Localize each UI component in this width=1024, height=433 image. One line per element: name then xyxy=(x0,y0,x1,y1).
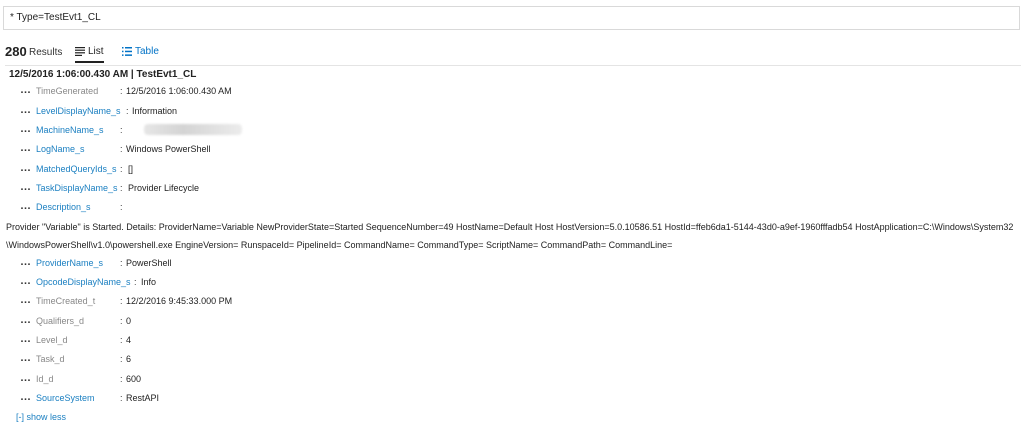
separator: : xyxy=(120,164,123,174)
more-options-icon[interactable]: … xyxy=(20,351,32,365)
more-options-icon[interactable]: … xyxy=(20,180,32,194)
redacted-value xyxy=(144,124,242,135)
separator: : xyxy=(120,202,123,212)
field-name-link[interactable]: MatchedQueryIds_s xyxy=(36,162,117,176)
list-icon xyxy=(75,47,85,56)
separator: : xyxy=(120,354,123,364)
field-value: 0 xyxy=(126,316,132,326)
show-less-link[interactable]: [-] show less xyxy=(16,412,66,422)
more-options-icon[interactable]: … xyxy=(20,371,32,385)
results-label: Results xyxy=(29,47,63,58)
field-name-link[interactable]: Description_s xyxy=(36,200,91,214)
field-name-link[interactable]: MachineName_s xyxy=(36,123,104,137)
results-count: 280 xyxy=(5,44,27,59)
separator: : xyxy=(120,335,123,345)
separator: : xyxy=(120,374,123,384)
separator: : xyxy=(120,393,123,403)
field-value: PowerShell xyxy=(126,258,172,268)
tab-table-label: Table xyxy=(135,46,159,57)
more-options-icon[interactable]: … xyxy=(20,83,32,97)
separator: : xyxy=(120,296,123,306)
separator: : xyxy=(120,144,123,154)
more-options-icon[interactable]: … xyxy=(20,255,32,269)
separator: : xyxy=(126,106,129,116)
field-name: Id_d xyxy=(36,374,54,384)
results-toolbar: 280 Results List Table xyxy=(5,44,1021,66)
field-value: Provider Lifecycle xyxy=(128,183,200,193)
separator: : xyxy=(120,125,123,135)
tab-list[interactable]: List xyxy=(75,46,104,63)
more-options-icon[interactable]: … xyxy=(20,122,32,136)
more-options-icon[interactable]: … xyxy=(20,274,32,288)
description-text-line-1: Provider "Variable" is Started. Details:… xyxy=(6,222,1014,232)
more-options-icon[interactable]: … xyxy=(20,103,32,117)
field-name: TimeGenerated xyxy=(36,86,99,96)
field-value: 12/5/2016 1:06:00.430 AM xyxy=(126,86,232,96)
more-options-icon[interactable]: … xyxy=(20,293,32,307)
field-name-link[interactable]: LevelDisplayName_s xyxy=(36,104,121,118)
separator: : xyxy=(120,183,123,193)
field-name-link[interactable]: TaskDisplayName_s xyxy=(36,181,118,195)
separator: : xyxy=(120,316,123,326)
separator: : xyxy=(120,86,123,96)
more-options-icon[interactable]: … xyxy=(20,313,32,327)
field-value: Information xyxy=(132,106,178,116)
divider xyxy=(5,65,1021,66)
field-name-link[interactable]: LogName_s xyxy=(36,142,85,156)
more-options-icon[interactable]: … xyxy=(20,161,32,175)
field-name: Task_d xyxy=(36,354,65,364)
separator: : xyxy=(120,258,123,268)
more-options-icon[interactable]: … xyxy=(20,199,32,213)
field-name: Qualifiers_d xyxy=(36,316,85,326)
more-options-icon[interactable]: … xyxy=(20,390,32,404)
field-value: RestAPI xyxy=(126,393,160,403)
search-query-input[interactable]: * Type=TestEvt1_CL xyxy=(3,6,1020,30)
field-name: Level_d xyxy=(36,335,68,345)
field-name: TimeCreated_t xyxy=(36,296,96,306)
field-value: Info xyxy=(141,277,157,287)
field-value: Windows PowerShell xyxy=(126,144,211,154)
field-value: 6 xyxy=(126,354,132,364)
table-icon xyxy=(122,47,132,56)
field-name-link[interactable]: OpcodeDisplayName_s xyxy=(36,275,131,289)
field-name-link[interactable]: SourceSystem xyxy=(36,391,95,405)
more-options-icon[interactable]: … xyxy=(20,332,32,346)
field-value: [] xyxy=(128,164,134,174)
field-name-link[interactable]: ProviderName_s xyxy=(36,256,103,270)
field-value: 4 xyxy=(126,335,132,345)
more-options-icon[interactable]: … xyxy=(20,141,32,155)
record-header: 12/5/2016 1:06:00.430 AM | TestEvt1_CL xyxy=(9,69,197,80)
tab-list-label: List xyxy=(88,46,104,57)
separator: : xyxy=(134,277,137,287)
description-text-line-2: \WindowsPowerShell\v1.0\powershell.exe E… xyxy=(6,240,673,250)
tab-table[interactable]: Table xyxy=(122,46,159,57)
field-value: 600 xyxy=(126,374,142,384)
field-value: 12/2/2016 9:45:33.000 PM xyxy=(126,296,233,306)
